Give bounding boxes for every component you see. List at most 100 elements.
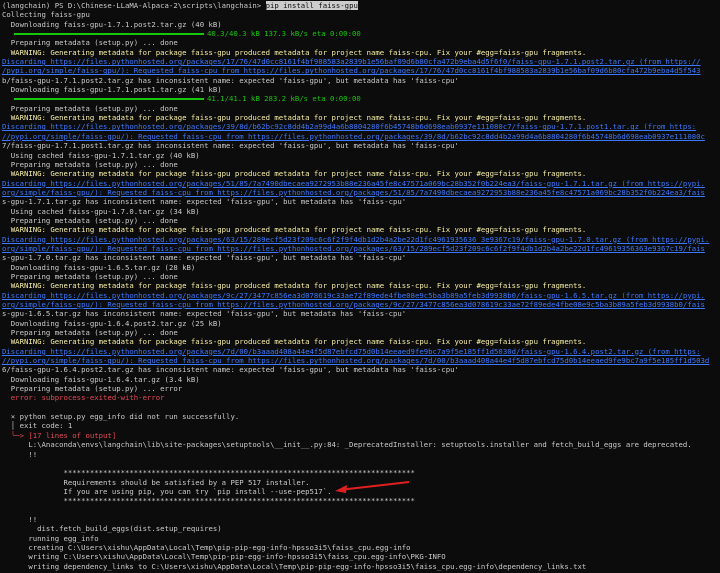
red-arrow-annotation-icon [335,481,410,493]
output-line: writing dependency_links to C:\Users\xis… [2,562,718,571]
output-line: /pypi.org/simple/faiss-gpu/): Requested … [2,66,718,75]
output-line: WARNING: Generating metadata for package… [2,113,718,122]
output-line: Preparing metadata (setup.py) ... done [2,160,718,169]
output-text: org/simple/faiss-gpu/): Requested faiss-… [2,300,705,309]
output-text: │ exit code: 1 [2,421,73,431]
output-line: s-gpu-1.7.1.tar.gz has inconsistent name… [2,197,718,206]
output-text: writing C:\Users\xishu\AppData\Local\Tem… [2,552,446,562]
output-line: //pypi.org/simple/faiss-gpu/): Requested… [2,356,718,365]
prompt-line: (langchain) PS D:\Chinese-LLaMA-Alpaca-2… [2,1,718,10]
output-text: Downloading faiss-gpu-1.7.1.post2.tar.gz… [2,19,222,29]
output-line: running egg_info [2,534,718,543]
output-text: WARNING: Generating metadata for package… [2,225,587,235]
output-line: Discarding https://files.pythonhosted.or… [2,235,718,244]
output-text: ╰─> [17 lines of output] [2,430,117,440]
output-text: Discarding https://files.pythonhosted.or… [2,234,710,244]
output-line: Downloading faiss-gpu-1.7.1.post2.tar.gz… [2,20,718,29]
output-text: WARNING: Generating metadata for package… [2,113,587,123]
output-line: Downloading faiss-gpu-1.6.4.post2.tar.gz… [2,319,718,328]
output-line: error: subprocess-exited-with-error [2,393,718,402]
output-text: Downloading faiss-gpu-1.6.5.tar.gz (28 k… [2,262,196,272]
output-line: org/simple/faiss-gpu/): Requested faiss-… [2,300,718,309]
output-text: org/simple/faiss-gpu/): Requested faiss-… [2,187,705,197]
output-line: WARNING: Generating metadata for package… [2,48,718,57]
output-text: Preparing metadata (setup.py) ... done [2,215,178,225]
output-text: /pypi.org/simple/faiss-gpu/): Requested … [2,66,701,76]
output-line: Discarding https://files.pythonhosted.or… [2,291,718,300]
output-text: b/faiss-gpu-1.7.1.post2.tar.gz has incon… [2,75,459,85]
output-text: × python setup.py egg_info did not run s… [2,412,240,422]
output-text: Preparing metadata (setup.py) ... error [2,384,183,394]
output-line: b/faiss-gpu-1.7.1.post2.tar.gz has incon… [2,76,718,85]
download-progress-bar [14,33,204,36]
output-line: Discarding https://files.pythonhosted.or… [2,122,718,131]
output-line: Collecting faiss-gpu [2,10,718,19]
output-text: Preparing metadata (setup.py) ... done [2,38,178,48]
output-text: 7/faiss-gpu-1.7.1.post1.tar.gz has incon… [2,141,459,151]
output-text: s-gpu-1.6.5.tar.gz has inconsistent name… [2,309,407,319]
output-text: dist.fetch_build_eggs(dist.setup_require… [2,524,222,534]
output-text: Using cached faiss-gpu-1.7.1.tar.gz (40 … [2,150,200,160]
output-line: Preparing metadata (setup.py) ... done [2,216,718,225]
output-text: !! [2,449,38,459]
output-line: ╰─> [17 lines of output] [2,431,718,440]
output-text: Requirements should be satisfied by a PE… [2,477,310,487]
output-line: ****************************************… [2,468,718,477]
output-line: //pypi.org/simple/faiss-gpu/): Requested… [2,132,718,141]
output-line: org/simple/faiss-gpu/): Requested faiss-… [2,188,718,197]
output-text: 40.3/40.3 kB 137.3 kB/s eta 0:00:00 [207,29,361,39]
output-text: //pypi.org/simple/faiss-gpu/): Requested… [2,356,710,366]
output-line: !! [2,450,718,459]
output-line: Downloading faiss-gpu-1.6.5.tar.gz (28 k… [2,263,718,272]
output-text: Downloading faiss-gpu-1.6.4.post2.tar.gz… [2,318,222,328]
output-line: │ exit code: 1 [2,421,718,430]
output-text: //pypi.org/simple/faiss-gpu/): Requested… [2,131,705,141]
output-text: Downloading faiss-gpu-1.7.1.post1.tar.gz… [2,85,222,95]
output-line: org/simple/faiss-gpu/): Requested faiss-… [2,244,718,253]
output-line: Using cached faiss-gpu-1.7.1.tar.gz (40 … [2,151,718,160]
output-text: writing dependency_links to C:\Users\xis… [2,561,587,571]
output-text: Discarding https://files.pythonhosted.or… [2,178,705,188]
output-line: Preparing metadata (setup.py) ... done [2,272,718,281]
output-text: Discarding https://files.pythonhosted.or… [2,122,697,132]
output-line: Using cached faiss-gpu-1.7.0.tar.gz (34 … [2,207,718,216]
output-line: writing C:\Users\xishu\AppData\Local\Tem… [2,552,718,561]
output-line: dist.fetch_build_eggs(dist.setup_require… [2,524,718,533]
output-line: Downloading faiss-gpu-1.6.4.tar.gz (3.4 … [2,375,718,384]
output-text: L:\Anaconda\envs\langchain\lib\site-pack… [2,440,692,450]
output-line: WARNING: Generating metadata for package… [2,337,718,346]
output-text: org/simple/faiss-gpu/): Requested faiss-… [2,243,705,253]
output-text: Downloading faiss-gpu-1.6.4.tar.gz (3.4 … [2,374,200,384]
output-text: Preparing metadata (setup.py) ... done [2,271,178,281]
output-text: Discarding https://files.pythonhosted.or… [2,346,701,356]
output-text: !! [2,514,38,524]
output-text: 41.1/41.1 kB 283.2 kB/s eta 0:00:00 [207,94,361,104]
output-text: ****************************************… [2,496,415,506]
output-line: s-gpu-1.7.0.tar.gz has inconsistent name… [2,253,718,262]
output-line: Downloading faiss-gpu-1.7.1.post1.tar.gz… [2,85,718,94]
output-text: s-gpu-1.7.1.tar.gz has inconsistent name… [2,197,407,207]
output-line: Discarding https://files.pythonhosted.or… [2,179,718,188]
download-progress-bar [14,98,204,101]
output-text: WARNING: Generating metadata for package… [2,337,587,347]
output-text: WARNING: Generating metadata for package… [2,169,587,179]
output-text: If you are using pip, you can try `pip i… [2,486,332,496]
output-line: 40.3/40.3 kB 137.3 kB/s eta 0:00:00 [2,29,718,38]
output-text: 6/faiss-gpu-1.6.4.post2.tar.gz has incon… [2,365,459,375]
output-line: Preparing metadata (setup.py) ... done [2,104,718,113]
output-line: Preparing metadata (setup.py) ... done [2,38,718,47]
command-input[interactable]: pip install faiss-gpu [265,1,358,10]
output-text: Discarding https://files.pythonhosted.or… [2,290,705,300]
output-line: L:\Anaconda\envs\langchain\lib\site-pack… [2,440,718,449]
output-text: Preparing metadata (setup.py) ... done [2,328,178,338]
output-line: s-gpu-1.6.5.tar.gz has inconsistent name… [2,309,718,318]
output-line: Discarding https://files.pythonhosted.or… [2,57,718,66]
output-text: Preparing metadata (setup.py) ... done [2,103,178,113]
output-line: Preparing metadata (setup.py) ... done [2,328,718,337]
output-line: Discarding https://files.pythonhosted.or… [2,347,718,356]
output-text: Collecting faiss-gpu [2,10,90,20]
output-text: error: subprocess-exited-with-error [2,393,165,403]
